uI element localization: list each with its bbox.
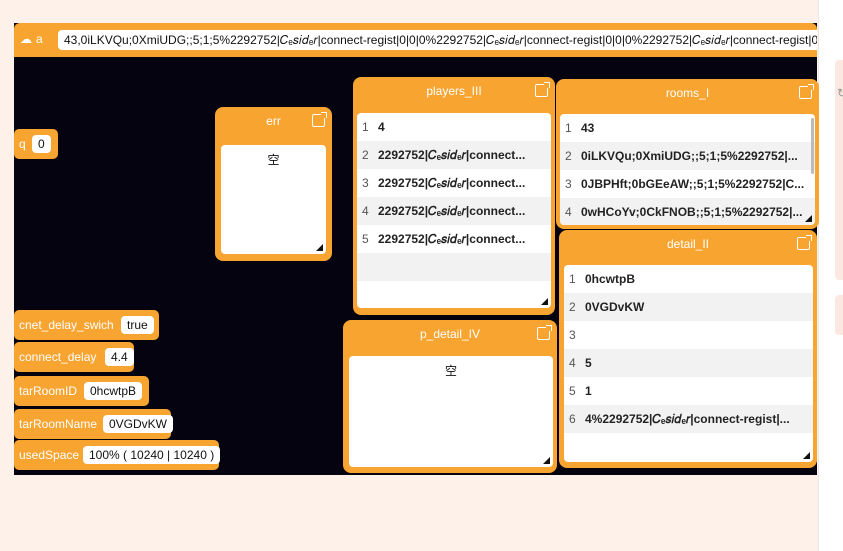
resize-handle[interactable] bbox=[543, 457, 550, 464]
window-title: players_III bbox=[426, 84, 482, 98]
window-title: detail_II bbox=[666, 237, 710, 251]
var-value: 0hcwtpB bbox=[84, 382, 143, 400]
window-body: 14 2 2292752|𝐶ₑ𝑠𝑖𝑑ₑ𝑟|connect... 3 2292752|… bbox=[357, 113, 551, 308]
var-value: 4.4 bbox=[105, 348, 134, 366]
p-detail-window[interactable]: p_detail_IV 空 bbox=[343, 320, 557, 473]
resize-handle[interactable] bbox=[541, 298, 548, 305]
var-value: 100% ( 10240 | 10240 ) bbox=[83, 446, 221, 464]
list-item bbox=[357, 253, 551, 281]
var-value: 0VGDvKW bbox=[103, 415, 174, 433]
sidebar-tab[interactable] bbox=[835, 295, 843, 335]
list-item[interactable]: 6 4%2292752|𝐶ₑ𝑠𝑖𝑑ₑ𝑟|connect-regist|... bbox=[564, 405, 813, 433]
var-label: tarRoomID bbox=[19, 384, 78, 398]
list-item[interactable]: 3 bbox=[564, 321, 813, 349]
cloud-icon: ☁ bbox=[20, 32, 32, 46]
players-window[interactable]: players_III 14 2 2292752|𝐶ₑ𝑠𝑖𝑑ₑ𝑟|connect.… bbox=[353, 77, 555, 315]
top-variable-label: ☁ a bbox=[20, 32, 43, 46]
scrollbar[interactable] bbox=[811, 118, 814, 174]
list-item[interactable]: 1 0hcwtpB bbox=[564, 265, 813, 293]
list-item[interactable]: 2 0iLKVQu;0XmiUDG;;5;1;5%2292752|... bbox=[560, 142, 815, 170]
list-item[interactable]: 45 bbox=[564, 349, 813, 377]
var-value: true bbox=[121, 316, 154, 334]
list-item[interactable]: 14 bbox=[357, 113, 551, 141]
resize-handle[interactable] bbox=[803, 452, 810, 459]
var-cnet-delay-swich[interactable]: cnet_delay_swich true bbox=[14, 310, 159, 340]
empty-text: 空 bbox=[444, 364, 457, 378]
detail-window[interactable]: detail_II 1 0hcwtpB 2 0VGDvKW 3 45 51 6 4%2… bbox=[559, 230, 817, 468]
var-label: cnet_delay_swich bbox=[19, 318, 114, 332]
rooms-window[interactable]: rooms_I 1 43 2 0iLKVQu;0XmiUDG;;5;1;5%2292… bbox=[556, 79, 819, 229]
var-used-space[interactable]: usedSpace 100% ( 10240 | 10240 ) bbox=[14, 440, 221, 470]
empty-text: 空 bbox=[267, 153, 280, 167]
list-item[interactable]: 1 43 bbox=[560, 114, 815, 142]
var-connect-delay[interactable]: connect_delay 4.4 bbox=[14, 342, 134, 372]
var-tar-room-id[interactable]: tarRoomID 0hcwtpB bbox=[14, 376, 149, 406]
list-item[interactable]: 5 2292752|𝐶ₑ𝑠𝑖𝑑ₑ𝑟|connect... bbox=[357, 225, 551, 253]
window-title: rooms_I bbox=[665, 86, 710, 100]
top-variable-value: 43,0iLKVQu;0XmiUDG;;5;1;5%2292752|𝐶ₑ𝑠𝑖𝑑ₑ… bbox=[58, 30, 817, 50]
var-tar-room-name[interactable]: tarRoomName 0VGDvKW bbox=[14, 409, 174, 439]
list-item[interactable]: 2 0VGDvKW bbox=[564, 293, 813, 321]
resize-handle[interactable] bbox=[316, 244, 323, 251]
list-item[interactable]: 3 0JBPHft;0bGEeAW;;5;1;5%2292752|C... bbox=[560, 170, 815, 198]
window-body: 1 43 2 0iLKVQu;0XmiUDG;;5;1;5%2292752|... … bbox=[560, 114, 815, 225]
err-window[interactable]: err 空 bbox=[215, 107, 332, 261]
var-label: tarRoomName bbox=[19, 417, 98, 431]
top-variable-monitor: ☁ a 43,0iLKVQu;0XmiUDG;;5;1;5%2292752|𝐶ₑ𝑠… bbox=[14, 23, 817, 57]
var-value: 0 bbox=[32, 135, 51, 153]
window-body: 1 0hcwtpB 2 0VGDvKW 3 45 51 6 4%2292752|𝐶ₑ𝑠… bbox=[564, 265, 813, 462]
open-external-icon[interactable] bbox=[535, 82, 550, 97]
var-label: connect_delay bbox=[19, 350, 97, 364]
list-item[interactable]: 4 0wHCoYv;0CkFNOB;;5;1;5%2292752|... bbox=[560, 198, 815, 225]
list-item[interactable]: 2 2292752|𝐶ₑ𝑠𝑖𝑑ₑ𝑟|connect... bbox=[357, 141, 551, 169]
refresh-icon[interactable]: ↻ bbox=[837, 86, 843, 100]
open-external-icon[interactable] bbox=[537, 325, 552, 340]
list-item[interactable]: 3 2292752|𝐶ₑ𝑠𝑖𝑑ₑ𝑟|connect... bbox=[357, 169, 551, 197]
var-q[interactable]: q 0 bbox=[14, 129, 58, 159]
list-item[interactable]: 4 2292752|𝐶ₑ𝑠𝑖𝑑ₑ𝑟|connect... bbox=[357, 197, 551, 225]
window-body: 空 bbox=[349, 356, 553, 467]
var-label: q bbox=[19, 137, 26, 151]
open-external-icon[interactable] bbox=[312, 112, 327, 127]
window-body: 空 bbox=[221, 145, 326, 254]
right-sidebar: ↻ bbox=[818, 0, 843, 551]
open-external-icon[interactable] bbox=[797, 235, 812, 250]
var-label: usedSpace bbox=[19, 448, 80, 462]
window-title: p_detail_IV bbox=[419, 327, 481, 341]
open-external-icon[interactable] bbox=[799, 84, 814, 99]
list-item[interactable]: 51 bbox=[564, 377, 813, 405]
resize-handle[interactable] bbox=[805, 215, 812, 222]
